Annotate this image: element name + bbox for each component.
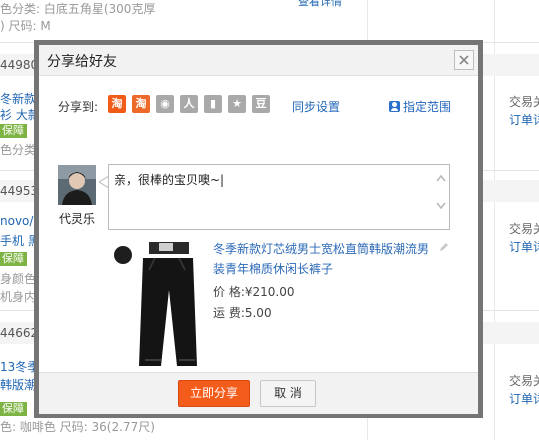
scope-label: 指定范围: [403, 100, 452, 114]
order-detail-link[interactable]: 订单详: [509, 390, 539, 407]
user-name: 代灵乐: [59, 212, 96, 226]
dialog-footer: 立即分享 取 消: [39, 372, 478, 414]
trade-closed-label: 交易关: [509, 95, 539, 109]
close-icon: [459, 55, 469, 65]
order-number: 44662: [0, 326, 39, 340]
sync-settings-link[interactable]: 同步设置: [292, 98, 340, 115]
message-text: 亲，很棒的宝贝噢~|: [114, 173, 225, 187]
scroll-arrows-icon: [436, 174, 446, 210]
price-row: 价 格:¥210.00: [213, 283, 294, 300]
avatar-photo: [58, 165, 96, 205]
product-link[interactable]: 冬新款: [0, 90, 36, 107]
dialog-header[interactable]: 分享给好友: [39, 45, 478, 76]
price-label: 价 格:: [213, 285, 245, 299]
trade-closed-label: 交易关: [509, 222, 539, 236]
product-title[interactable]: 冬季新款灯芯绒男士宽松直筒韩版潮流男装青年棉质休闲长裤子: [213, 239, 433, 279]
platform-weibo-icon[interactable]: ◉: [156, 95, 174, 113]
price-value: ¥210.00: [244, 285, 295, 299]
guarantee-badge: 保障: [0, 124, 27, 138]
platform-qzone-icon[interactable]: ★: [228, 95, 246, 113]
scope-button[interactable]: 指定范围: [389, 98, 451, 115]
platform-douban-icon[interactable]: 豆: [252, 95, 270, 113]
order-detail-link[interactable]: 订单详: [509, 111, 539, 128]
platform-taobao2-icon[interactable]: 淘: [132, 95, 150, 113]
bg-sku-text: 色: 咖啡色 尺码: 36(2.77尺): [0, 420, 155, 434]
product-link[interactable]: 韩版潮: [0, 376, 36, 393]
bg-size-text: ) 尺码: M: [0, 19, 51, 33]
order-number: 44953: [0, 184, 39, 198]
cancel-button[interactable]: 取 消: [260, 380, 316, 407]
platform-kaixin-icon[interactable]: ▮: [204, 95, 222, 113]
shipping-label: 运 费:: [213, 306, 245, 320]
dialog-title: 分享给好友: [47, 54, 117, 70]
close-button[interactable]: [454, 50, 474, 70]
product-link[interactable]: novo/: [0, 214, 33, 228]
order-number: 44980: [0, 58, 39, 72]
user-icon: [389, 101, 400, 112]
shipping-row: 运 费:5.00: [213, 304, 272, 321]
platform-renren-icon[interactable]: 人: [180, 95, 198, 113]
share-dialog: 分享给好友 分享到: 淘淘 ◉ 人 ▮ ★ 豆 同步设置 指定范围 代灵乐 亲，很棒的宝贝…: [39, 45, 478, 414]
avatar: [58, 165, 96, 205]
bg-sku-text: 色分类: 白底五角星(300克厚: [0, 2, 156, 16]
bg-sku-text: 机身内: [0, 290, 37, 304]
pants-icon: [114, 242, 197, 366]
guarantee-badge: 保障: [0, 402, 27, 416]
share-to-label: 分享到:: [58, 100, 99, 114]
order-detail-link[interactable]: 订单详: [509, 238, 539, 255]
bg-sku-text: 色分类: [0, 143, 37, 157]
product-image: [111, 240, 201, 367]
message-input[interactable]: 亲，很棒的宝贝噢~|: [108, 164, 450, 230]
pencil-icon[interactable]: [439, 242, 449, 252]
bg-link[interactable]: 查看详情: [298, 0, 342, 9]
trade-closed-label: 交易关: [509, 374, 539, 388]
scrollbar[interactable]: [433, 165, 449, 229]
platform-taobao-icon[interactable]: 淘: [108, 95, 126, 113]
shipping-value: 5.00: [244, 306, 272, 320]
bg-sku-text: 身颜色: [0, 272, 37, 286]
share-now-button[interactable]: 立即分享: [178, 380, 250, 407]
guarantee-badge: 保障: [0, 252, 27, 266]
